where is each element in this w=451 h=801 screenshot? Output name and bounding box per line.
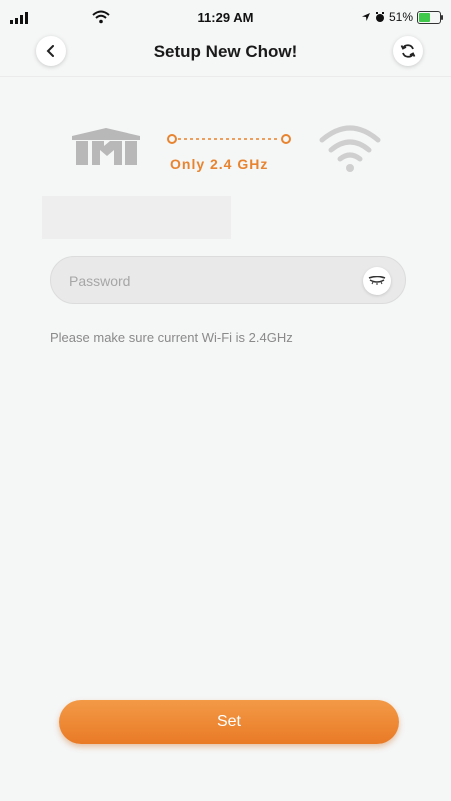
connection-diagram: Only 2.4 GHz xyxy=(0,118,451,178)
status-right-group: 51% xyxy=(361,10,443,24)
band-label: Only 2.4 GHz xyxy=(170,156,269,172)
page-title: Setup New Chow! xyxy=(153,42,298,61)
header-divider xyxy=(0,76,451,77)
battery-icon xyxy=(417,10,443,24)
toggle-password-visibility-button[interactable] xyxy=(363,267,391,295)
nav-bar: Setup New Chow! xyxy=(0,30,451,76)
password-input[interactable] xyxy=(67,257,351,305)
refresh-icon xyxy=(400,44,416,58)
alarm-icon xyxy=(375,11,384,22)
password-field[interactable] xyxy=(50,256,406,305)
feeder-device-icon xyxy=(72,128,140,165)
wifi-hint-text: Please make sure current Wi-Fi is 2.4GHz xyxy=(50,330,293,345)
connection-line-icon xyxy=(167,134,291,144)
wifi-ssid-field[interactable] xyxy=(42,196,231,239)
location-arrow-icon xyxy=(361,13,370,21)
battery-percent: 51% xyxy=(388,10,413,24)
set-button[interactable]: Set xyxy=(59,700,399,744)
refresh-button[interactable] xyxy=(393,36,423,66)
wifi-router-icon xyxy=(319,125,381,172)
eye-closed-icon xyxy=(368,276,386,285)
